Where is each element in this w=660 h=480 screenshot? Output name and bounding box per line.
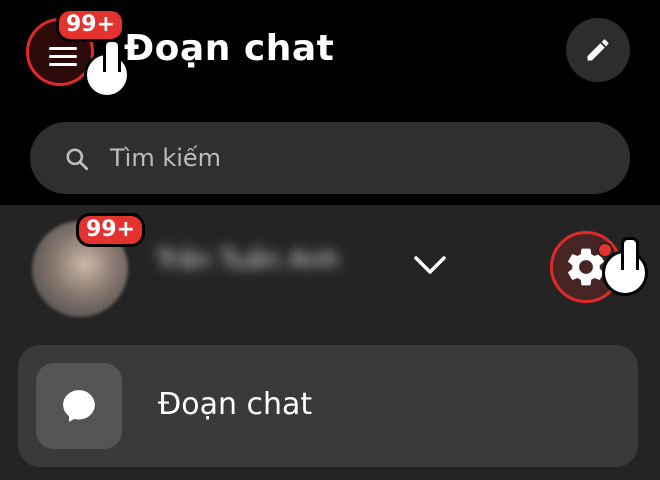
page-title: Đoạn chat (124, 28, 335, 69)
hamburger-icon (49, 47, 77, 66)
menu-notification-badge: 99+ (56, 8, 126, 42)
menu-item-chats[interactable]: Đoạn chat (18, 345, 638, 467)
compose-button[interactable] (566, 18, 630, 82)
pencil-icon (587, 39, 609, 61)
top-header: 99+ Đoạn chat (0, 0, 660, 110)
app-screen: 99+ Đoạn chat Tìm kiếm 99+ Trần Tuấn Anh (0, 0, 660, 480)
search-bar[interactable]: Tìm kiếm (30, 122, 630, 194)
account-notification-badge: 99+ (76, 213, 146, 247)
search-placeholder: Tìm kiếm (110, 144, 222, 172)
account-switcher[interactable]: 99+ Trần Tuấn Anh (0, 205, 660, 335)
menu-item-label: Đoạn chat (158, 387, 313, 422)
search-icon (66, 148, 89, 171)
chat-icon-container (36, 363, 122, 449)
account-menu-panel: 99+ Trần Tuấn Anh Đoạn chat (0, 205, 660, 480)
tap-pointer-icon (602, 237, 648, 296)
chevron-down-icon[interactable] (412, 253, 448, 277)
chat-bubble-icon (63, 390, 95, 422)
account-name: Trần Tuấn Anh (156, 245, 340, 275)
